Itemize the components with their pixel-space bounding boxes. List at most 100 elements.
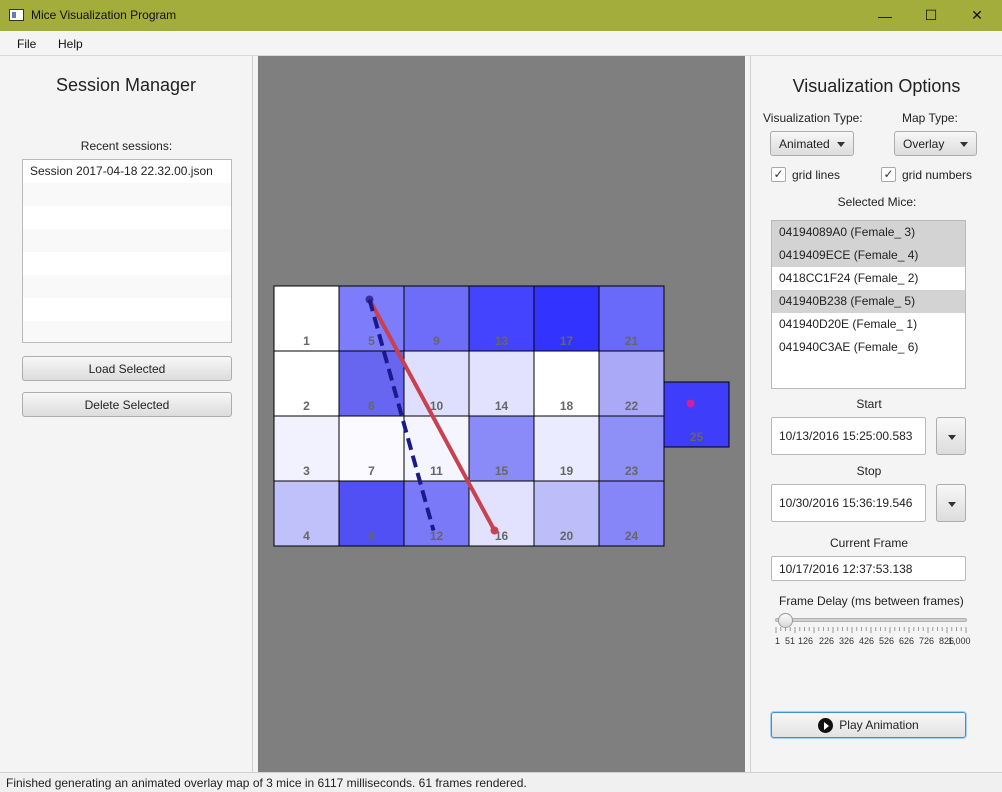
grid-lines-label: grid lines	[792, 167, 841, 182]
stop-label: Stop	[856, 464, 882, 478]
session-list-item	[23, 321, 231, 342]
session-list-item	[23, 229, 231, 252]
selected-mice-label: Selected Mice:	[837, 195, 917, 209]
grid-cell-number: 20	[560, 529, 574, 543]
frame-delay-slider-ticks	[775, 627, 967, 633]
visualization-type-select[interactable]: Animated	[770, 131, 854, 156]
play-animation-label: Play Animation	[839, 718, 919, 732]
frame-delay-slider-thumb[interactable]	[777, 613, 793, 628]
recent-sessions-list[interactable]: Session 2017-04-18 22.32.00.json	[22, 159, 232, 343]
visualization-type-label: Visualization Type:	[763, 111, 863, 125]
current-frame-input[interactable]: 10/17/2016 12:37:53.138	[771, 556, 966, 581]
frame-delay-slider-track[interactable]	[775, 618, 967, 622]
slider-tick-label: 1,000	[948, 636, 971, 646]
slider-tick-label: 726	[919, 636, 935, 646]
grid-cell-number: 4	[303, 529, 310, 543]
map-type-select[interactable]: Overlay	[894, 131, 977, 156]
start-date-input[interactable]: 10/13/2016 15:25:00.583	[771, 417, 926, 455]
grid-cell-number: 13	[495, 334, 509, 348]
session-list-item	[23, 252, 231, 275]
session-manager-panel: Session Manager Recent sessions: Session…	[0, 56, 253, 772]
window-title: Mice Visualization Program	[31, 8, 177, 22]
grid-cell-number: 14	[495, 399, 509, 413]
maximize-button[interactable]: ☐	[908, 0, 954, 31]
grid-cell-number: 2	[303, 399, 310, 413]
frame-delay-label: Frame Delay (ms between frames)	[779, 594, 964, 608]
play-animation-button[interactable]: Play Animation	[771, 712, 966, 738]
slider-tick-label: 626	[899, 636, 915, 646]
session-list-item	[23, 275, 231, 298]
grid-numbers-label: grid numbers	[902, 167, 973, 182]
start-date-picker-button[interactable]	[936, 417, 966, 455]
grid-numbers-checkbox[interactable]: ✓ grid numbers	[881, 167, 972, 182]
grid-cell-number: 25	[690, 430, 704, 444]
slider-tick-label: 126	[798, 636, 814, 646]
mouse-list-item[interactable]: 041940C3AE (Female_ 6)	[772, 336, 965, 359]
check-icon: ✓	[881, 167, 896, 182]
grid-cell-number: 8	[368, 529, 375, 543]
heat-map: 1234567891011121314151617181920212223242…	[273, 285, 730, 547]
map-type-value: Overlay	[903, 136, 945, 151]
check-icon: ✓	[771, 167, 786, 182]
grid-cell-number: 11	[430, 464, 443, 478]
visualization-type-value: Animated	[779, 136, 830, 151]
status-bar: Finished generating an animated overlay …	[0, 772, 1002, 792]
slider-tick-label: 526	[879, 636, 895, 646]
mouse-list-item[interactable]: 04194089A0 (Female_ 3)	[772, 221, 965, 244]
slider-tick-label: 426	[859, 636, 875, 646]
mouse-list-item[interactable]: 041940D20E (Female_ 1)	[772, 313, 965, 336]
title-bar: Mice Visualization Program — ☐ ✕	[0, 0, 1002, 31]
session-list-item	[23, 183, 231, 206]
slider-tick-label: 226	[819, 636, 835, 646]
grid-cell-number: 5	[368, 334, 375, 348]
stop-date-picker-button[interactable]	[936, 484, 966, 522]
slider-tick-label: 326	[839, 636, 855, 646]
mouse-position-marker	[686, 399, 695, 408]
map-type-label: Map Type:	[902, 111, 958, 125]
grid-cell-number: 18	[560, 399, 574, 413]
grid-cell-number: 24	[625, 529, 639, 543]
visualization-options-title: Visualization Options	[792, 76, 961, 96]
path-endpoint	[490, 526, 499, 535]
grid-cell-number: 17	[560, 334, 574, 348]
chevron-down-icon	[837, 142, 845, 147]
app-icon	[9, 9, 24, 21]
selected-mice-list[interactable]: 04194089A0 (Female_ 3) 0419409ECE (Female…	[771, 220, 966, 389]
visualization-options-panel: Visualization Options Visualization Type…	[750, 56, 1002, 772]
close-button[interactable]: ✕	[954, 0, 1000, 31]
play-icon	[818, 717, 834, 733]
grid-cell-number: 9	[433, 334, 440, 348]
session-list-item[interactable]: Session 2017-04-18 22.32.00.json	[23, 160, 231, 183]
grid-cell-number: 3	[303, 464, 310, 478]
menu-help[interactable]: Help	[58, 37, 83, 51]
mouse-list-item[interactable]: 0419409ECE (Female_ 4)	[772, 244, 965, 267]
grid-cell-number: 12	[430, 529, 444, 543]
grid-cell-number: 15	[495, 464, 509, 478]
grid-cell-number: 23	[625, 464, 639, 478]
recent-sessions-label: Recent sessions:	[80, 139, 173, 153]
mouse-list-item[interactable]: 041940B238 (Female_ 5)	[772, 290, 965, 313]
chevron-down-icon	[960, 142, 968, 147]
mouse-list-item[interactable]: 0418CC1F24 (Female_ 2)	[772, 267, 965, 290]
grid-cell-number: 19	[560, 464, 574, 478]
grid-cell-number: 7	[368, 464, 375, 478]
menu-file[interactable]: File	[17, 37, 36, 51]
current-frame-label: Current Frame	[829, 536, 909, 550]
minimize-button[interactable]: —	[862, 0, 908, 31]
map-canvas: 1 2 3 4 5 6 7 8 9 10 11 12 13 14 15 16 17 18 19 20 21 22 23 24 2…	[258, 56, 745, 772]
session-list-item	[23, 206, 231, 229]
grid-cell-number: 6	[368, 399, 375, 413]
session-list-item	[23, 298, 231, 321]
grid-cell-number: 1	[303, 334, 310, 348]
grid-cell-number: 21	[625, 334, 639, 348]
slider-tick-label: 1	[775, 636, 781, 646]
load-selected-button[interactable]: Load Selected	[22, 356, 232, 381]
delete-selected-button[interactable]: Delete Selected	[22, 392, 232, 417]
slider-tick-label: 51	[785, 636, 796, 646]
stop-date-input[interactable]: 10/30/2016 15:36:19.546	[771, 484, 926, 522]
grid-lines-checkbox[interactable]: ✓ grid lines	[771, 167, 840, 182]
menu-bar: File Help	[0, 31, 1002, 56]
start-label: Start	[856, 397, 882, 411]
session-manager-title: Session Manager	[55, 75, 197, 95]
grid-cell-number: 22	[625, 399, 639, 413]
